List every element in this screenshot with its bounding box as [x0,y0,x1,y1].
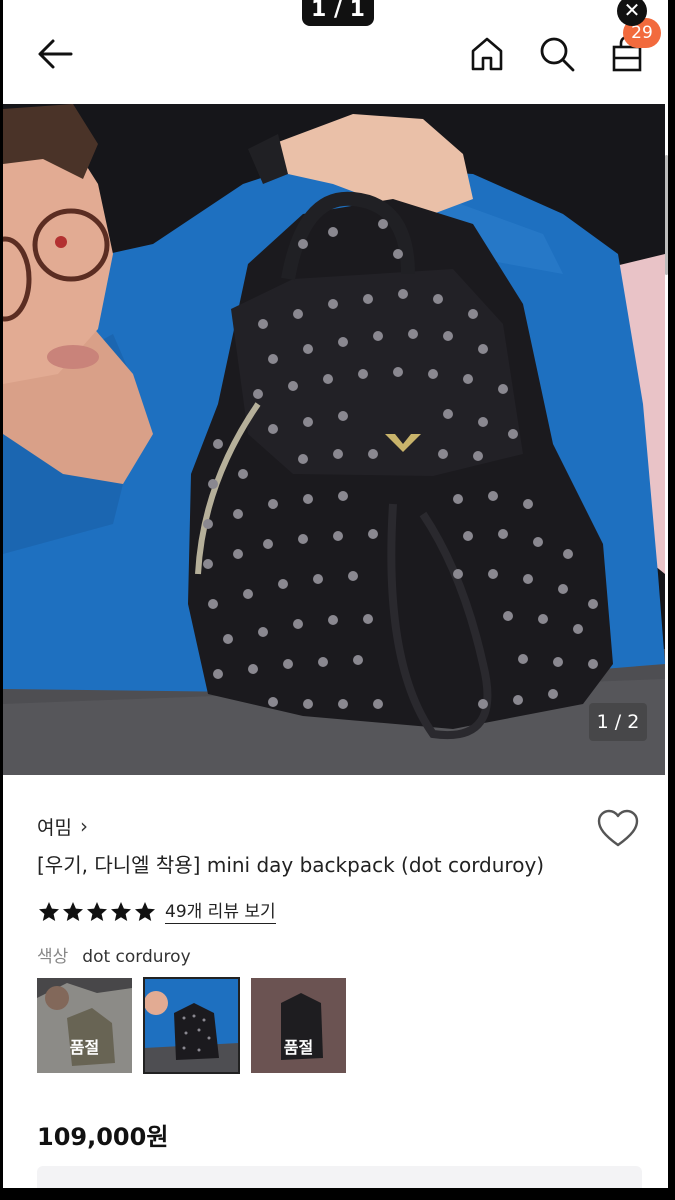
viewer-page-counter: 1 / 1 [302,0,374,26]
product-title: [우기, 다니엘 착용] mini day backpack (dot cord… [37,853,545,877]
brand-link[interactable]: 여밈 › [37,812,88,840]
star-icon [87,902,107,921]
product-page: 29 1 / 2 여밈 › [우기, 다니엘 착용] mini day back… [3,0,668,1188]
search-icon[interactable] [537,34,577,74]
star-icon [135,902,155,921]
swatch-option-selected[interactable] [143,977,240,1074]
bottom-panel [37,1166,642,1188]
color-swatches: 품절 품절 [37,977,346,1074]
heart-icon[interactable] [596,808,640,850]
swatch-thumbnail [144,978,239,1073]
chevron-right-icon: › [79,814,88,838]
star-rating [37,900,157,924]
soldout-label: 품절 [283,1038,314,1057]
back-button[interactable] [33,34,77,74]
swatch-thumbnail [37,978,132,1073]
home-icon[interactable] [467,34,507,74]
product-photo [3,104,665,775]
color-label: 색상 [37,947,69,967]
star-icon [39,902,59,921]
color-option-row: 색상 dot corduroy [37,945,191,969]
phone-screen: 29 1 / 2 여밈 › [우기, 다니엘 착용] mini day back… [0,0,675,1200]
swatch-option[interactable]: 품절 [251,978,346,1073]
product-image[interactable]: 1 / 2 [3,104,665,775]
star-icon [63,902,83,921]
brand-name: 여밈 [37,816,72,839]
soldout-label: 품절 [69,1038,100,1057]
swatch-thumbnail [251,978,346,1073]
scrollbar[interactable] [665,155,668,275]
rating-row: 49개 리뷰 보기 [37,897,276,927]
swatch-option[interactable]: 품절 [37,978,132,1073]
product-price: 109,000원 [37,1123,169,1151]
image-counter: 1 / 2 [589,703,647,741]
color-value: dot corduroy [82,947,191,967]
star-icon [111,902,131,921]
review-link[interactable]: 49개 리뷰 보기 [165,901,276,924]
